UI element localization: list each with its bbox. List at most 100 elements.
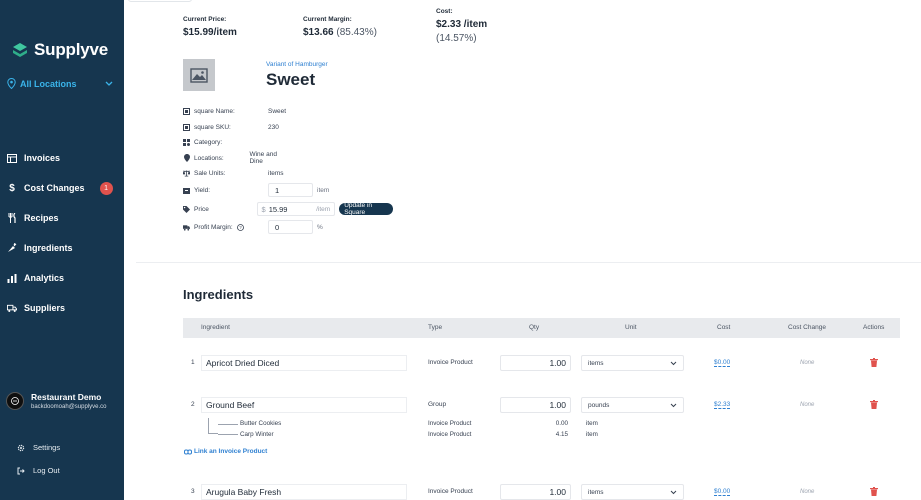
chevron-down-icon xyxy=(105,81,113,86)
field-yield: Yield: 1 item xyxy=(183,183,329,197)
ingredient-name-input[interactable]: Apricot Dried Diced xyxy=(201,355,407,371)
nav-label: Recipes xyxy=(24,213,59,223)
sub-ingredient-unit: item xyxy=(586,431,598,438)
profit-margin-input[interactable]: 0 xyxy=(268,220,313,234)
update-in-square-button[interactable]: Update in Square xyxy=(339,202,393,216)
field-value: Sweet xyxy=(268,107,287,115)
column-header: Cost Change xyxy=(788,324,826,331)
sub-row: Carp Winter Invoice Product 4.15 item xyxy=(183,431,900,441)
field-label: square SKU: xyxy=(194,123,231,131)
nav-item-invoices[interactable]: Invoices xyxy=(0,143,124,173)
margin-value: $13.66 xyxy=(303,27,334,38)
logo[interactable]: Supplyve xyxy=(10,40,108,60)
sub-ingredient-type: Invoice Product xyxy=(428,420,472,427)
stat-value: $2.33 /item xyxy=(436,19,488,30)
dollar-icon: $ xyxy=(9,182,15,194)
unit-select[interactable]: items xyxy=(581,355,684,371)
sub-row: Butter Cookies Invoice Product 0.00 item xyxy=(183,420,900,430)
field-sale-units: Sale Units: items xyxy=(183,166,284,180)
field-category: Category: xyxy=(183,135,268,149)
nav-menu: Invoices $ Cost Changes 1 Recipes Ingred… xyxy=(0,143,124,323)
table-row: 3 Arugula Baby Fresh Invoice Product 1.0… xyxy=(183,482,900,500)
nav-item-recipes[interactable]: Recipes xyxy=(0,203,124,233)
stat-value: $15.99/item xyxy=(183,27,237,38)
cost-change-value: None xyxy=(800,402,815,408)
nav-label: Invoices xyxy=(24,153,61,163)
carrot-icon xyxy=(7,243,17,253)
top-tab[interactable] xyxy=(128,0,192,2)
cost-value[interactable]: $2.33 xyxy=(714,401,731,409)
ingredient-name-input[interactable]: Ground Beef xyxy=(201,397,407,413)
ingredient-type: Group xyxy=(428,401,447,408)
field-price: Price $ 15.99 /item Update in Square xyxy=(183,202,393,216)
section-divider xyxy=(136,262,921,263)
nav-item-ingredients[interactable]: Ingredients xyxy=(0,233,124,263)
column-header: Ingredient xyxy=(201,324,230,331)
ingredient-type: Invoice Product xyxy=(428,359,473,366)
unit-select[interactable]: items xyxy=(581,484,684,500)
link-invoice-product-button[interactable]: Link an Invoice Product xyxy=(184,448,267,455)
logout-link[interactable]: Log Out xyxy=(17,466,60,475)
qty-input[interactable]: 1.00 xyxy=(500,397,571,413)
nav-label: Analytics xyxy=(24,273,65,283)
column-header: Qty xyxy=(529,324,540,331)
field-locations: Locations: Wine and Dine xyxy=(183,151,283,165)
scale-icon xyxy=(183,169,190,177)
nav-item-analytics[interactable]: Analytics xyxy=(0,263,124,293)
settings-link[interactable]: Settings xyxy=(17,443,60,452)
user-profile[interactable]: Restaurant Demo backdoomoah@supplyve.co xyxy=(6,392,106,410)
field-value: Wine and Dine xyxy=(249,151,277,165)
cost-value[interactable]: $0.00 xyxy=(714,359,731,367)
product-image-placeholder[interactable] xyxy=(183,59,215,91)
nav-item-cost-changes[interactable]: $ Cost Changes 1 xyxy=(0,173,124,203)
help-circle-icon[interactable]: ? xyxy=(236,223,244,231)
utensils-icon xyxy=(7,213,17,223)
image-icon xyxy=(190,67,208,83)
current-margin-stat: Current Margin: $13.66 (85.43%) xyxy=(303,16,377,38)
price-unit: /item xyxy=(316,205,331,213)
yield-unit: item xyxy=(317,186,330,194)
field-value: items xyxy=(268,169,284,177)
svg-text:?: ? xyxy=(239,225,242,230)
unit-value: items xyxy=(588,488,604,496)
yield-input[interactable]: 1 xyxy=(268,183,313,197)
nav-item-suppliers[interactable]: Suppliers xyxy=(0,293,124,323)
stat-value: $13.66 (85.43%) xyxy=(303,27,377,38)
qty-input[interactable]: 1.00 xyxy=(500,484,571,500)
unit-select[interactable]: pounds xyxy=(581,397,684,413)
qty-input[interactable]: 1.00 xyxy=(500,355,571,371)
category-icon xyxy=(183,138,190,146)
trash-icon[interactable] xyxy=(870,487,878,496)
sub-ingredient-unit: item xyxy=(586,420,598,427)
field-value: 230 xyxy=(268,123,279,131)
invoice-icon xyxy=(7,153,17,163)
chevron-down-icon xyxy=(670,490,677,495)
sub-ingredient-name: Carp Winter xyxy=(240,431,274,438)
cost-value[interactable]: $0.00 xyxy=(714,488,731,496)
sub-ingredient-name: Butter Cookies xyxy=(240,420,282,427)
cost-change-value: None xyxy=(800,489,815,495)
ingredients-heading: Ingredients xyxy=(183,287,254,302)
stat-label: Current Margin: xyxy=(303,16,352,23)
stat-label: Current Price: xyxy=(183,16,227,23)
ingredient-name-input[interactable]: Arugula Baby Fresh xyxy=(201,484,407,500)
sub-ingredient-type: Invoice Product xyxy=(428,431,472,438)
location-selector[interactable]: All Locations xyxy=(7,78,117,89)
price-value: 15.99 xyxy=(268,204,288,214)
logo-icon xyxy=(13,43,27,57)
cost-stat: Cost: $2.33 /item (14.57%) xyxy=(436,8,487,44)
table-row: 1 Apricot Dried Diced Invoice Product 1.… xyxy=(183,353,900,373)
trash-icon[interactable] xyxy=(870,400,878,409)
currency-symbol: $ xyxy=(261,204,266,214)
link-icon xyxy=(184,449,192,454)
margin-percent: (85.43%) xyxy=(336,27,377,38)
trash-icon[interactable] xyxy=(870,358,878,367)
variant-of-link[interactable]: Variant of Hamburger xyxy=(266,61,328,68)
chevron-down-icon xyxy=(670,403,677,408)
box-icon xyxy=(183,187,190,194)
product-title: Sweet xyxy=(266,70,316,89)
field-label: Price xyxy=(194,205,209,213)
row-number: 2 xyxy=(191,401,195,408)
column-header: Actions xyxy=(863,324,885,331)
price-input[interactable]: $ 15.99 /item xyxy=(256,202,336,216)
